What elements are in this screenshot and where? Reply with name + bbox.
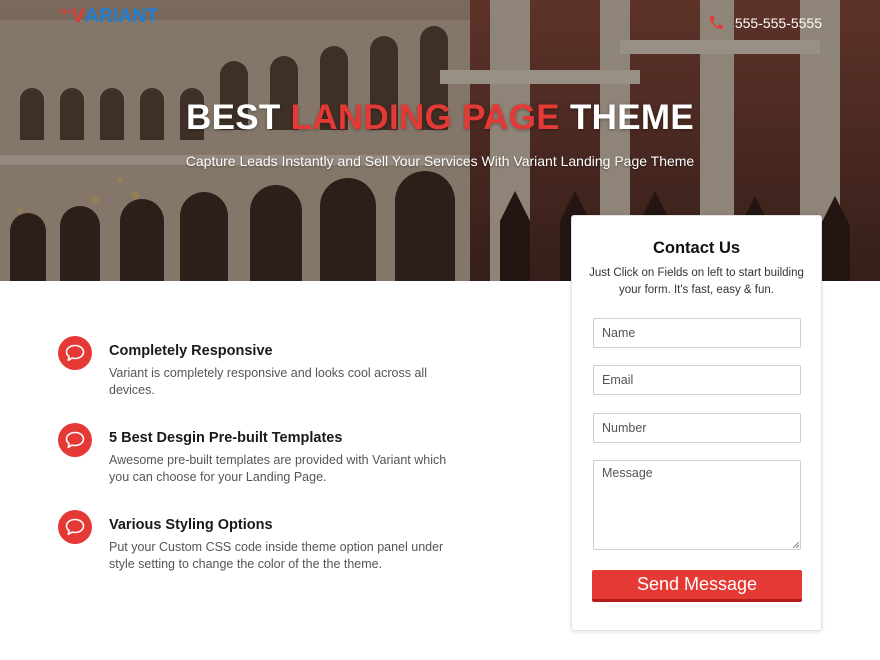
contact-title: Contact Us [652, 239, 741, 257]
feature-item: 5 Best Desgin Pre-built Templates Awesom… [58, 423, 478, 486]
contact-form: Contact Us Just Click on Fields on left … [571, 215, 822, 631]
feature-item: Various Styling Options Put your Custom … [58, 510, 478, 573]
name-field[interactable] [593, 318, 801, 348]
logo-first-letter: V [71, 6, 85, 27]
header-phone[interactable]: 555-555-5555 [708, 14, 822, 31]
phone-number: 555-555-5555 [734, 14, 822, 31]
message-field[interactable] [593, 460, 801, 550]
feature-text: Completely Responsive Variant is complet… [109, 336, 459, 399]
feature-description: Awesome pre-built templates are provided… [109, 453, 447, 484]
features-list: Completely Responsive Variant is complet… [58, 336, 478, 597]
feature-text: 5 Best Desgin Pre-built Templates Awesom… [109, 423, 459, 486]
hero-title-part1: BEST [186, 98, 291, 137]
hero-title-accent: LANDING PAGE [290, 98, 560, 137]
feature-item: Completely Responsive Variant is complet… [58, 336, 478, 399]
logo[interactable]: THE V ARIANT [58, 6, 158, 28]
logo-prefix: THE [58, 10, 71, 16]
feature-description: Variant is completely responsive and loo… [109, 366, 427, 397]
feature-title: Various Styling Options [109, 517, 273, 533]
resize-grip-icon[interactable] [792, 541, 800, 549]
speech-bubble-icon [58, 336, 92, 370]
phone-icon [709, 16, 723, 29]
feature-title: Completely Responsive [109, 343, 273, 359]
send-message-button[interactable]: Send Message [592, 570, 802, 602]
feature-title: 5 Best Desgin Pre-built Templates [109, 430, 343, 446]
number-field[interactable] [593, 413, 801, 443]
hero-title-part2: THEME [559, 98, 694, 137]
speech-bubble-icon [58, 423, 92, 457]
speech-bubble-icon [58, 510, 92, 544]
hero-subtitle: Capture Leads Instantly and Sell Your Se… [185, 153, 695, 169]
feature-text: Various Styling Options Put your Custom … [109, 510, 459, 573]
hero-title: BEST LANDING PAGE THEME [0, 98, 880, 138]
logo-text: ARIANT [84, 6, 159, 27]
contact-description: Just Click on Fields on left to start bu… [589, 267, 804, 296]
email-field[interactable] [593, 365, 801, 395]
feature-description: Put your Custom CSS code inside theme op… [109, 540, 444, 571]
